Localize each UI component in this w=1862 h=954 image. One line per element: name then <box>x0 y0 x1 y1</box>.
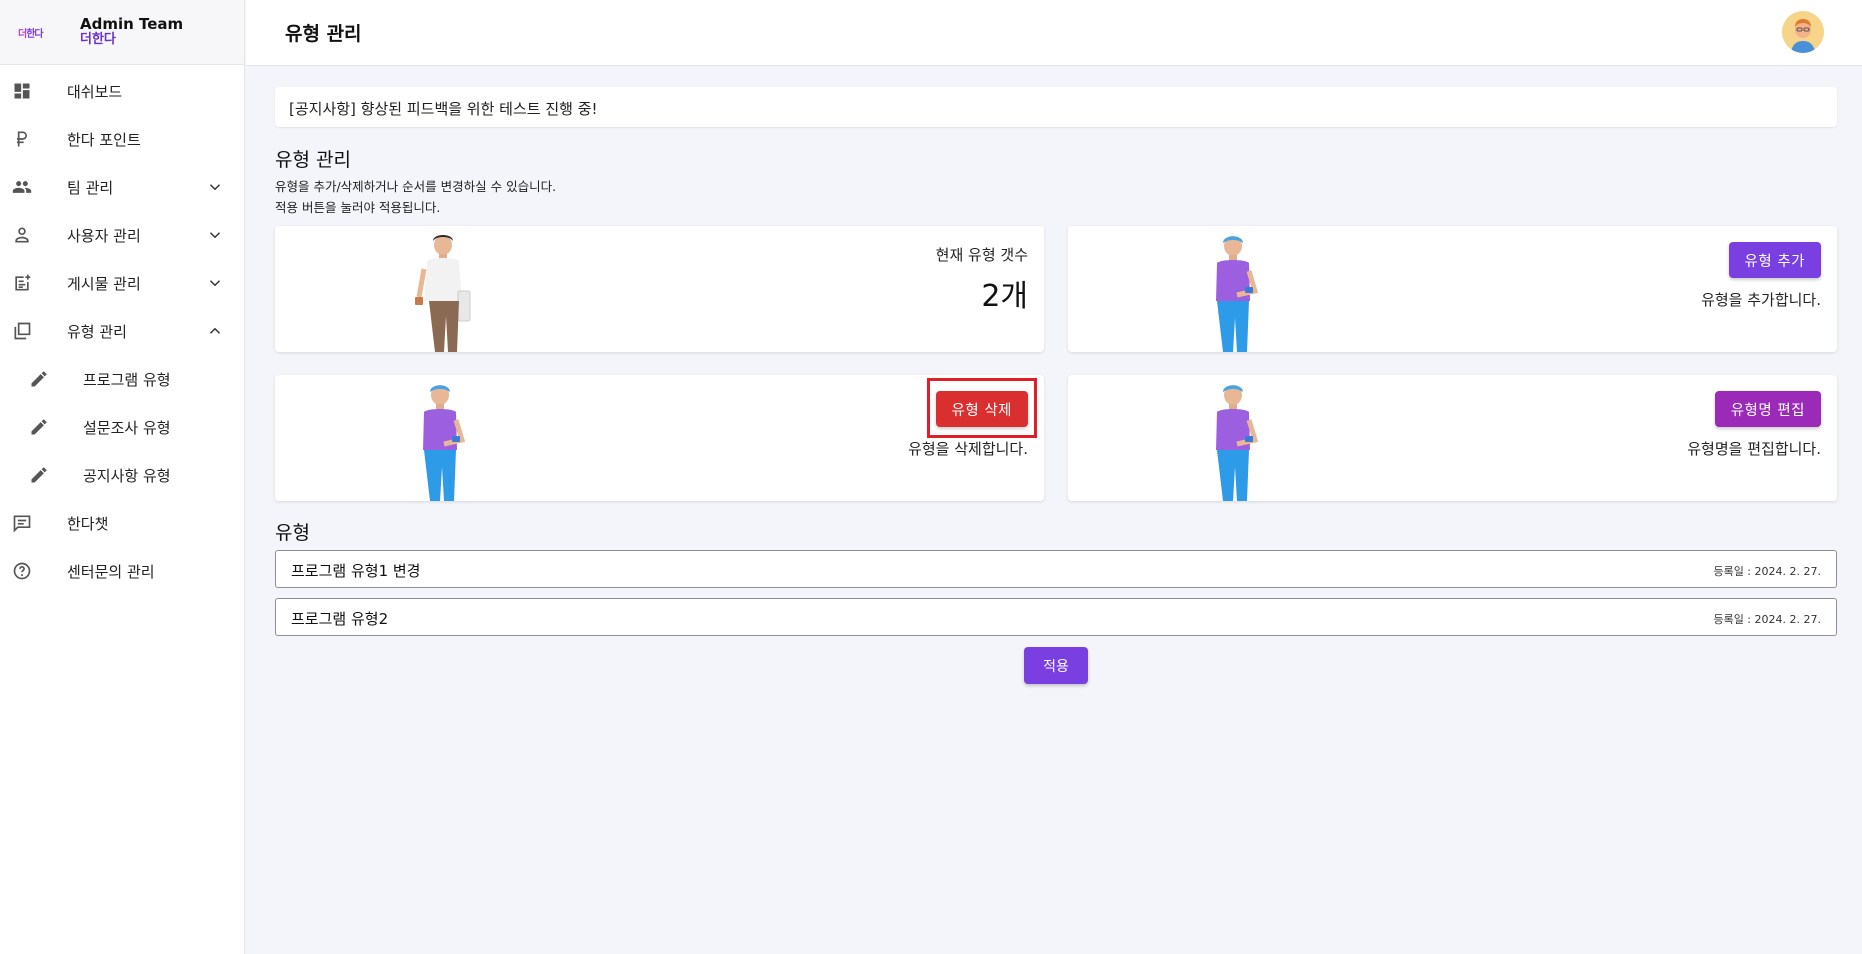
edit-type-name-button[interactable]: 유형명 편집 <box>1714 391 1821 427</box>
sidebar-item-label: 설문조사 유형 <box>83 418 171 437</box>
edit-type-card: 유형명 편집 유형명을 편집합니다. <box>1068 375 1837 501</box>
sidebar-nav: 대쉬보드 한다 포인트 팀 관리 사용자 관리 게시물 관리 유형 관리 프로그… <box>0 65 244 595</box>
people-icon <box>12 181 32 193</box>
sidebar-item-chat[interactable]: 한다챗 <box>0 499 244 547</box>
dashboard-icon <box>14 83 30 99</box>
chevron-up-icon <box>209 327 221 334</box>
help-icon <box>13 562 31 580</box>
section-title: 유형 관리 <box>275 149 351 171</box>
notice-banner: [공지사항] 향상된 피드백을 위한 테스트 진행 중! <box>275 87 1837 127</box>
delete-type-card: 유형 삭제 유형을 삭제합니다. <box>275 375 1044 501</box>
pencil-icon <box>31 371 47 387</box>
section-description: 유형을 추가/삭제하거나 순서를 변경하실 수 있습니다. <box>275 179 557 194</box>
apply-button[interactable]: 적용 <box>1024 647 1088 684</box>
sidebar-item-label: 유형 관리 <box>67 322 127 341</box>
type-count-value: 2개 <box>981 279 1028 314</box>
person-illustration <box>415 235 471 352</box>
delete-type-button[interactable]: 유형 삭제 <box>935 391 1028 427</box>
pencil-icon <box>31 467 47 483</box>
sidebar-item-label: 사용자 관리 <box>67 226 141 245</box>
edit-type-desc: 유형명을 편집합니다. <box>1687 440 1821 458</box>
sidebar-item-team[interactable]: 팀 관리 <box>0 163 244 211</box>
sidebar-item-label: 프로그램 유형 <box>83 370 171 389</box>
sidebar-item-posts[interactable]: 게시물 관리 <box>0 259 244 307</box>
section-description: 적용 버튼을 눌러야 적용됩니다. <box>275 200 441 215</box>
sidebar-item-survey-type[interactable]: 설문조사 유형 <box>0 403 244 451</box>
chevron-down-icon <box>209 280 221 287</box>
sidebar-item-dashboard[interactable]: 대쉬보드 <box>0 67 244 115</box>
add-type-card: 유형 추가 유형을 추가합니다. <box>1068 226 1837 352</box>
person-icon <box>15 227 29 243</box>
page-title: 유형 관리 <box>285 23 362 45</box>
add-type-button[interactable]: 유형 추가 <box>1728 242 1821 278</box>
chat-icon <box>13 515 31 533</box>
delete-type-desc: 유형을 삭제합니다. <box>908 440 1028 458</box>
brand[interactable]: 더한다 Admin Team 더한다 <box>0 0 244 65</box>
type-list-row[interactable]: 프로그램 유형1 변경 등록일 : 2024. 2. 27. <box>275 550 1837 588</box>
sidebar-item-label: 대쉬보드 <box>67 82 123 101</box>
brand-title: Admin Team <box>80 15 184 33</box>
chevron-down-icon <box>209 232 221 239</box>
sidebar-item-label: 센터문의 관리 <box>67 562 155 581</box>
person-illustration <box>1216 385 1259 501</box>
type-list-title: 유형 <box>275 522 310 544</box>
type-list-row[interactable]: 프로그램 유형2 등록일 : 2024. 2. 27. <box>275 598 1837 636</box>
ruble-icon <box>17 131 27 147</box>
type-name: 프로그램 유형2 <box>291 610 389 628</box>
sidebar-item-notice-type[interactable]: 공지사항 유형 <box>0 451 244 499</box>
sidebar-item-label: 게시물 관리 <box>67 274 141 293</box>
person-illustration <box>1216 236 1259 352</box>
top-header: 유형 관리 <box>246 0 1862 66</box>
person-illustration <box>423 385 466 501</box>
sidebar-item-types[interactable]: 유형 관리 <box>0 307 244 355</box>
sidebar-item-label: 한다 포인트 <box>67 130 141 149</box>
sidebar-item-handa-point[interactable]: 한다 포인트 <box>0 115 244 163</box>
sidebar-item-label: 팀 관리 <box>67 178 114 197</box>
brand-subtitle: 더한다 <box>80 32 116 47</box>
sidebar-item-label: 공지사항 유형 <box>83 466 171 485</box>
type-count-card: 현재 유형 갯수 2개 <box>275 226 1044 352</box>
brand-logo: 더한다 <box>18 28 44 40</box>
type-name: 프로그램 유형1 변경 <box>291 562 421 580</box>
chevron-down-icon <box>209 184 221 191</box>
pencil-icon <box>31 419 47 435</box>
avatar[interactable] <box>1782 11 1824 53</box>
sidebar-item-users[interactable]: 사용자 관리 <box>0 211 244 259</box>
registration-date: 등록일 : 2024. 2. 27. <box>1713 565 1821 578</box>
add-type-desc: 유형을 추가합니다. <box>1701 291 1821 309</box>
sidebar-item-label: 한다챗 <box>67 514 109 533</box>
sidebar-item-program-type[interactable]: 프로그램 유형 <box>0 355 244 403</box>
library-icon <box>14 322 31 340</box>
type-count-label: 현재 유형 갯수 <box>935 246 1028 264</box>
sidebar: 더한다 Admin Team 더한다 대쉬보드 한다 포인트 팀 관리 사용자 … <box>0 0 245 954</box>
sidebar-item-center-inquiry[interactable]: 센터문의 관리 <box>0 547 244 595</box>
registration-date: 등록일 : 2024. 2. 27. <box>1713 613 1821 626</box>
avatar-face-icon <box>1782 11 1824 53</box>
post-add-icon <box>15 274 31 291</box>
